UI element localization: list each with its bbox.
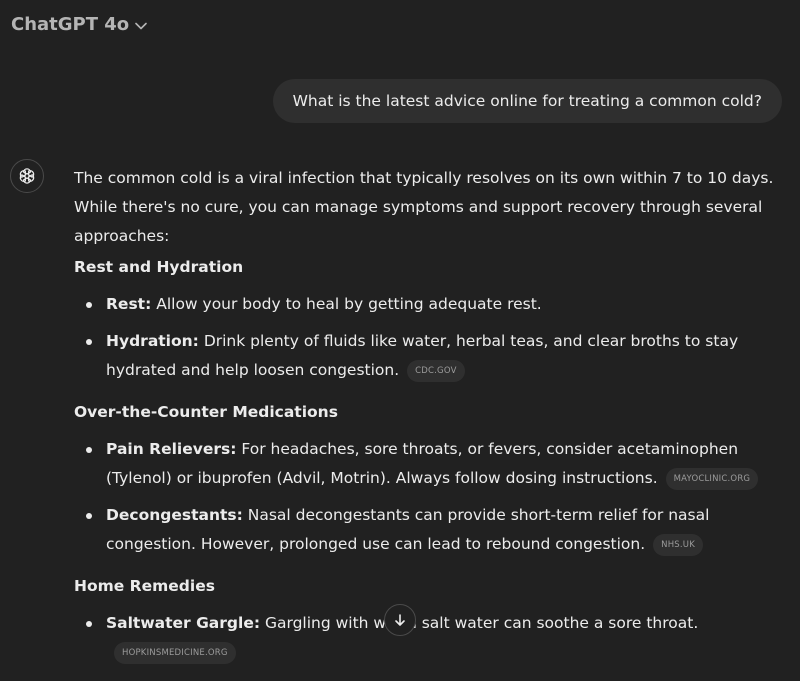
list-item-term: Hydration:: [106, 332, 199, 350]
source-chip[interactable]: NHS.UK: [653, 534, 703, 556]
openai-logo-icon: [19, 168, 35, 184]
list-item-term: Pain Relievers:: [106, 440, 237, 458]
bullet-list: Saltwater Gargle: Gargling with warm sal…: [74, 609, 790, 667]
section-heading: Over-the-Counter Medications: [74, 403, 338, 421]
top-bar: ChatGPT 4o: [0, 0, 800, 56]
source-chip[interactable]: HOPKINSMEDICINE.ORG: [114, 642, 236, 664]
list-item-term: Decongestants:: [106, 506, 243, 524]
list-item: Saltwater Gargle: Gargling with warm sal…: [86, 609, 790, 667]
list-item: Decongestants: Nasal decongestants can p…: [86, 501, 790, 559]
chevron-down-icon: [135, 22, 147, 29]
bullet-list: Rest: Allow your body to heal by getting…: [74, 290, 790, 385]
source-chip[interactable]: MAYOCLINIC.ORG: [665, 468, 759, 490]
section-heading: Home Remedies: [74, 577, 215, 595]
bullet-list: Pain Relievers: For headaches, sore thro…: [74, 435, 790, 559]
list-item-term: Rest:: [106, 295, 152, 313]
assistant-avatar: [10, 159, 44, 193]
arrow-down-icon: [395, 614, 405, 626]
model-selector[interactable]: ChatGPT 4o: [11, 14, 147, 35]
model-label: ChatGPT 4o: [11, 14, 130, 35]
list-item-text: Allow your body to heal by getting adequ…: [151, 295, 542, 313]
user-message-bubble: What is the latest advice online for tre…: [272, 79, 782, 123]
list-item-term: Saltwater Gargle:: [106, 614, 261, 632]
list-item-text: Gargling with warm salt water can soothe…: [260, 614, 699, 632]
list-item: Hydration: Drink plenty of fluids like w…: [86, 327, 790, 385]
list-item: Pain Relievers: For headaches, sore thro…: [86, 435, 790, 493]
scroll-to-bottom-button[interactable]: [384, 604, 416, 636]
source-chip[interactable]: CDC.GOV: [407, 360, 465, 382]
user-message-text: What is the latest advice online for tre…: [292, 92, 762, 110]
section-heading: Rest and Hydration: [74, 258, 244, 276]
assistant-message: The common cold is a viral infection tha…: [74, 164, 790, 681]
intro-paragraph: The common cold is a viral infection tha…: [74, 169, 774, 245]
list-item: Rest: Allow your body to heal by getting…: [86, 290, 790, 319]
